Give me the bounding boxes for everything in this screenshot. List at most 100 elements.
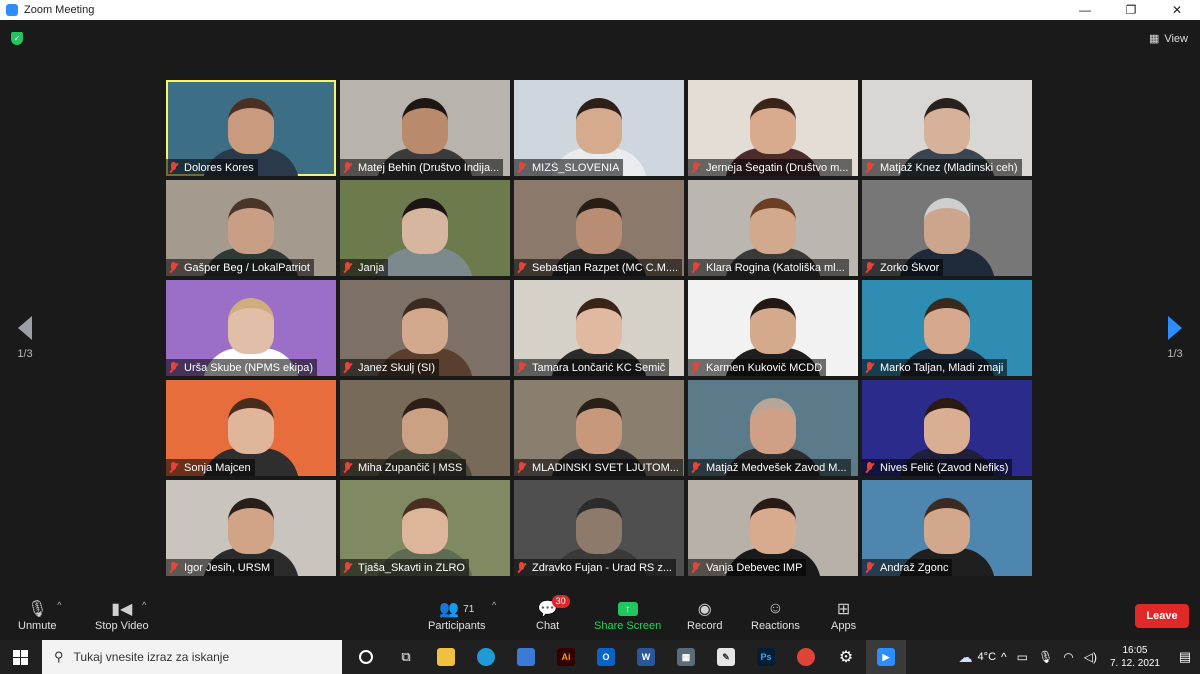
participant-name: Igor Jesih, URSM xyxy=(184,561,271,574)
participant-video-head xyxy=(228,198,274,254)
muted-mic-icon xyxy=(865,462,874,473)
participant-tile[interactable]: MIZŠ_SLOVENIA xyxy=(514,80,684,176)
view-label: View xyxy=(1164,32,1188,45)
participant-tile[interactable]: Matjaž Medvešek Zavod M... xyxy=(688,380,858,476)
settings-icon[interactable]: ⚙ xyxy=(826,640,866,674)
participant-tile[interactable]: Miha Zupančič | MSS xyxy=(340,380,510,476)
volume-icon[interactable]: ◁) xyxy=(1084,650,1097,664)
chrome-icon[interactable] xyxy=(786,640,826,674)
grid-icon: ▦ xyxy=(1148,33,1160,45)
unmute-button[interactable]: 🎙 ^ Unmute xyxy=(18,598,61,632)
taskbar-search-input[interactable]: ⚲ Tukaj vnesite izraz za iskanje xyxy=(42,640,342,674)
windows-taskbar: ⚲ Tukaj vnesite izraz za iskanje ⧉ Ai O … xyxy=(0,640,1200,674)
participant-tile[interactable]: Sebastjan Razpet (MC C.M.... xyxy=(514,180,684,276)
zoom-window: Zoom Meeting — ❐ ✕ ✓ ▦ View 1/3 1/3 Dolo… xyxy=(0,0,1200,674)
chevron-up-icon[interactable]: ^ xyxy=(1001,650,1007,664)
participant-tile[interactable]: Matjaž Knez (Mladinski ceh) xyxy=(862,80,1032,176)
participant-tile[interactable]: Karmen Kukovič MCDD xyxy=(688,280,858,376)
participant-video-head xyxy=(228,398,274,454)
participant-video-head xyxy=(576,198,622,254)
record-button[interactable]: ◉ Record xyxy=(687,598,722,632)
participant-tile[interactable]: Nives Felić (Zavod Nefiks) xyxy=(862,380,1032,476)
word-icon[interactable]: W xyxy=(626,640,666,674)
stop-video-button[interactable]: ▮◀ ^ Stop Video xyxy=(95,598,149,632)
participant-tile[interactable]: Zdravko Fujan - Urad RS z... xyxy=(514,480,684,576)
participant-tile[interactable]: Sonja Majcen xyxy=(166,380,336,476)
participants-count: 71 xyxy=(463,603,475,615)
store-icon[interactable] xyxy=(506,640,546,674)
previous-page-button[interactable]: 1/3 xyxy=(12,316,38,360)
meeting-area: ✓ ▦ View 1/3 1/3 Dolores Kores Matej Behi… xyxy=(0,20,1200,594)
encryption-shield-icon[interactable]: ✓ xyxy=(11,32,23,45)
participant-video-head xyxy=(402,98,448,154)
calculator-icon[interactable]: ▦ xyxy=(666,640,706,674)
microphone-icon[interactable]: 🎙 xyxy=(1038,650,1053,664)
participant-tile[interactable]: Vanja Debevec IMP xyxy=(688,480,858,576)
reactions-button[interactable]: ☺ Reactions xyxy=(751,598,800,632)
muted-mic-icon xyxy=(517,362,526,373)
maximize-button[interactable]: ❐ xyxy=(1108,0,1154,20)
participant-tile[interactable]: Klara Rogina (Katoliška ml... xyxy=(688,180,858,276)
wifi-icon[interactable]: ◠ xyxy=(1063,650,1073,664)
participant-tile[interactable]: Marko Taljan, Mladi zmaji xyxy=(862,280,1032,376)
participant-tile[interactable]: MLADINSKI SVET LJUTOM... xyxy=(514,380,684,476)
chevron-up-icon[interactable]: ^ xyxy=(492,600,496,610)
participant-name: Zdravko Fujan - Urad RS z... xyxy=(532,561,672,574)
clock[interactable]: 16:05 7. 12. 2021 xyxy=(1110,644,1160,670)
leave-button[interactable]: Leave xyxy=(1135,604,1189,628)
chevron-up-icon[interactable]: ^ xyxy=(57,600,61,610)
participant-name: MLADINSKI SVET LJUTOM... xyxy=(532,461,679,474)
participant-tile[interactable]: Janja xyxy=(340,180,510,276)
clock-date: 7. 12. 2021 xyxy=(1109,658,1160,669)
participant-tile[interactable]: Andraž Zgonc xyxy=(862,480,1032,576)
chevron-up-icon[interactable]: ^ xyxy=(142,600,146,610)
participant-tile[interactable]: Tamara Lončarić KC Semič xyxy=(514,280,684,376)
participant-tile[interactable]: Gašper Beg / LokalPatriot xyxy=(166,180,336,276)
muted-mic-icon xyxy=(169,262,178,273)
participant-name: Matej Behin (Društvo Indija... xyxy=(358,161,500,174)
photoshop-icon[interactable]: Ps xyxy=(746,640,786,674)
chat-button[interactable]: 💬 30 Chat xyxy=(536,595,570,632)
arrow-left-icon xyxy=(18,316,32,340)
participant-name: Jerneja Šegatin (Društvo m... xyxy=(706,161,849,174)
participant-name: Matjaž Knez (Mladinski ceh) xyxy=(880,161,1018,174)
edge-icon[interactable] xyxy=(466,640,506,674)
zoom-taskbar-icon[interactable]: ▶ xyxy=(866,640,906,674)
muted-mic-icon xyxy=(517,562,526,573)
participant-tile[interactable]: Igor Jesih, URSM xyxy=(166,480,336,576)
cortana-icon[interactable] xyxy=(346,640,386,674)
paint-icon[interactable]: ✎ xyxy=(706,640,746,674)
participant-name: Andraž Zgonc xyxy=(880,561,949,574)
illustrator-icon[interactable]: Ai xyxy=(546,640,586,674)
participant-video-head xyxy=(402,298,448,354)
participant-tile[interactable]: Urša Skube (NPMS ekipa) xyxy=(166,280,336,376)
start-button[interactable] xyxy=(0,640,40,674)
participant-video-head xyxy=(750,398,796,454)
outlook-icon[interactable]: O xyxy=(586,640,626,674)
apps-button[interactable]: ⊞ Apps xyxy=(831,598,856,632)
view-button[interactable]: ▦ View xyxy=(1148,32,1188,46)
weather-temperature[interactable]: 4°C xyxy=(978,651,996,663)
share-screen-button[interactable]: ↑ Share Screen xyxy=(594,598,661,632)
participant-tile[interactable]: Dolores Kores xyxy=(166,80,336,176)
notifications-icon[interactable]: ▤ xyxy=(1170,640,1200,674)
participant-video-head xyxy=(402,498,448,554)
participant-tile[interactable]: Janez Skulj (SI) xyxy=(340,280,510,376)
participants-button[interactable]: 👥 71 ^ Participants xyxy=(428,598,496,632)
gallery-grid: Dolores Kores Matej Behin (Društvo Indija… xyxy=(166,80,1034,580)
file-explorer-icon[interactable] xyxy=(426,640,466,674)
record-icon: ◉ xyxy=(697,601,712,618)
participant-tile[interactable]: Matej Behin (Društvo Indija... xyxy=(340,80,510,176)
participant-tile[interactable]: Jerneja Šegatin (Društvo m... xyxy=(688,80,858,176)
next-page-button[interactable]: 1/3 xyxy=(1162,316,1188,360)
participant-name: Matjaž Medvešek Zavod M... xyxy=(706,461,847,474)
battery-icon[interactable]: ▭ xyxy=(1017,650,1028,664)
task-view-icon[interactable]: ⧉ xyxy=(386,640,426,674)
close-button[interactable]: ✕ xyxy=(1154,0,1200,20)
minimize-button[interactable]: — xyxy=(1062,0,1108,20)
participant-tile[interactable]: Zorko Škvor xyxy=(862,180,1032,276)
participant-tile[interactable]: Tjaša_Skavti in ZLRO xyxy=(340,480,510,576)
weather-cloud-icon[interactable]: ☁ xyxy=(959,649,973,666)
participant-name-bar: Marko Taljan, Mladi zmaji xyxy=(862,359,1008,376)
participant-name-bar: Andraž Zgonc xyxy=(862,559,953,576)
